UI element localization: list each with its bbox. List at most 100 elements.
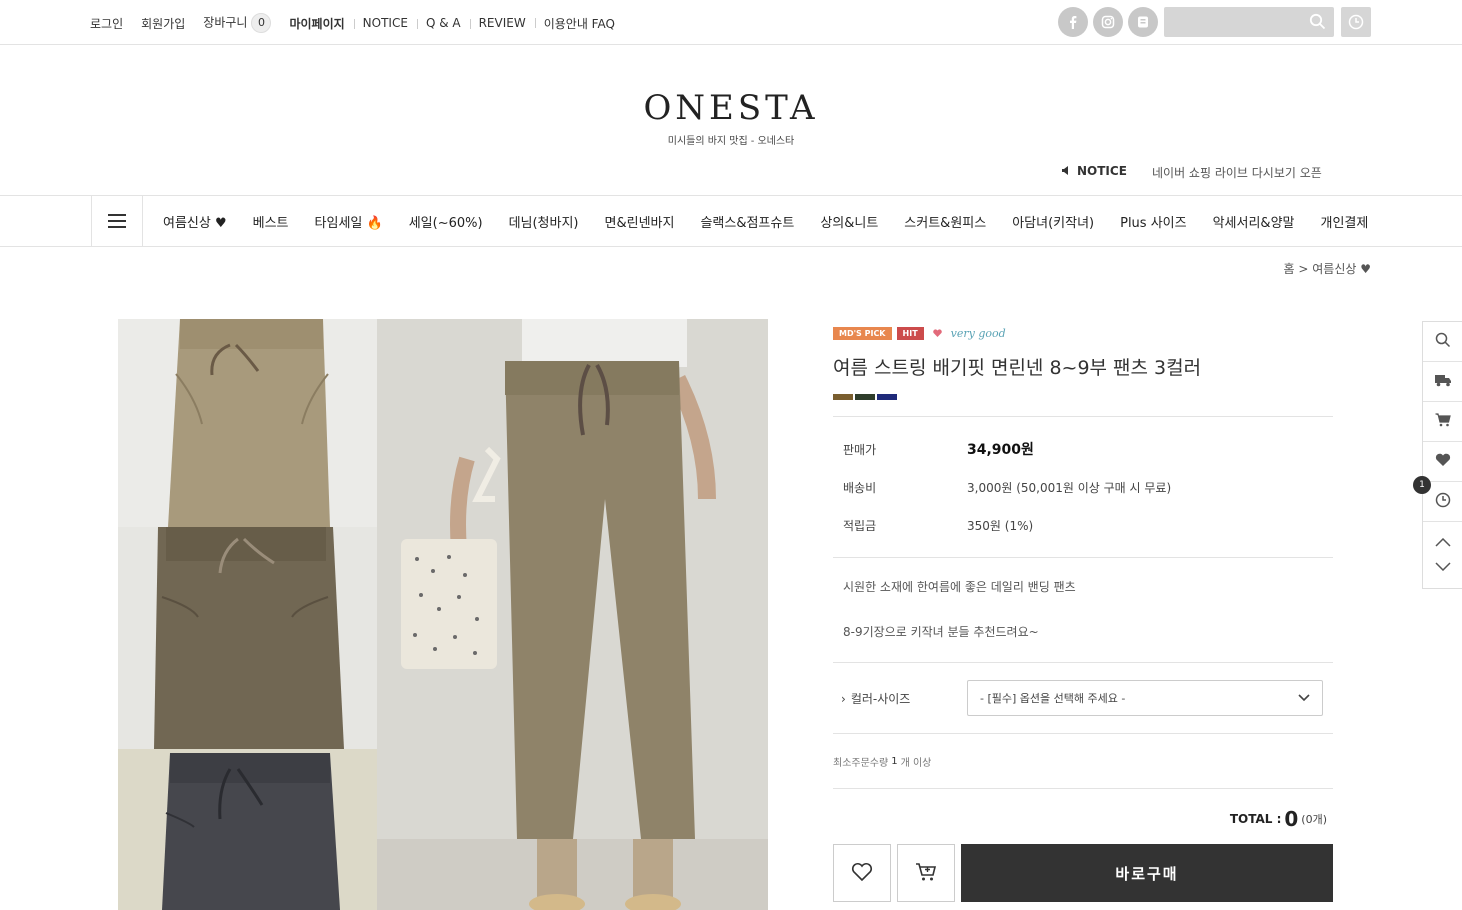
description-line-2: 8-9기장으로 키작녀 분들 추천드려요~ [843, 625, 1039, 639]
nav-item-summer-new[interactable]: 여름신상 ♥ [163, 212, 227, 231]
scroll-controls [1423, 522, 1462, 588]
facebook-icon[interactable] [1058, 7, 1088, 37]
points-value: 350원 (1%) [967, 518, 1034, 533]
nav-item-tops[interactable]: 상의&니트 [820, 212, 878, 231]
breadcrumb: 홈 > 여름신상 ♥ [1284, 260, 1372, 277]
signup-link[interactable]: 회원가입 [132, 15, 194, 32]
mypage-link[interactable]: 마이페이지 [280, 15, 353, 32]
points-label: 적립금 [843, 518, 877, 533]
site-logo[interactable]: ONESTA [0, 88, 1462, 128]
very-good-label: very good [950, 326, 1006, 340]
nav-item-best[interactable]: 베스트 [253, 212, 289, 231]
category-menu: 여름신상 ♥ 베스트 타임세일 🔥 세일(~60%) 데님(청바지) 면&린넨바… [163, 212, 1368, 231]
nav-item-sale[interactable]: 세일(~60%) [409, 212, 483, 231]
notice-label-text: NOTICE [1077, 164, 1127, 178]
select-placeholder: - [필수] 옵션을 선택해 주세요 - [980, 692, 1126, 705]
total-price: TOTAL : 0 (0개) [833, 789, 1333, 849]
nav-item-timesale[interactable]: 타임세일 🔥 [315, 212, 383, 231]
purchase-actions: 바로구매 [833, 844, 1333, 902]
notice-label: NOTICE [1062, 164, 1127, 178]
option-label: › 컬러-사이즈 [833, 690, 967, 707]
clock-icon[interactable] [1341, 7, 1371, 37]
product-title: 여름 스트링 배기핏 면린넨 8~9부 팬츠 3컬러 [833, 357, 1202, 379]
price-row: 판매가 34,900원 [833, 430, 1333, 468]
notice-ticker[interactable]: 네이버 쇼핑 라이브 다시보기 오픈 [1152, 164, 1322, 181]
heart-icon [851, 862, 873, 885]
cart-link-label: 장바구니 [203, 15, 248, 30]
shipping-value: 3,000원 (50,001원 이상 구매 시 무료) [967, 480, 1172, 495]
search-icon [1435, 332, 1451, 351]
price-label: 판매가 [843, 442, 877, 457]
product-image-gallery [118, 319, 768, 910]
min-order-note: 최소주문수량 1 개 이상 [833, 734, 1333, 788]
shipping-row: 배송비 3,000원 (50,001원 이상 구매 시 무료) [833, 468, 1333, 506]
search-icon[interactable] [1309, 13, 1326, 33]
quick-cart-button[interactable] [1423, 402, 1462, 442]
description-line-1: 시원한 소재에 한여름에 좋은 데일리 밴딩 팬츠 [843, 580, 1076, 594]
nav-item-petite[interactable]: 아담녀(키작녀) [1012, 212, 1094, 231]
buy-now-button[interactable]: 바로구매 [961, 844, 1333, 902]
nav-item-slacks[interactable]: 슬랙스&점프슈트 [700, 212, 794, 231]
heart-icon [1435, 453, 1451, 470]
nav-item-cotton-linen[interactable]: 면&린넨바지 [605, 212, 675, 231]
truck-icon [1434, 373, 1452, 390]
total-value: 0 [1284, 807, 1299, 831]
chevron-up-icon[interactable] [1434, 536, 1451, 550]
total-label: TOTAL : [1229, 812, 1282, 826]
chevron-right-icon: › [841, 691, 846, 706]
product-thumb-charcoal[interactable] [118, 749, 377, 910]
notice-link[interactable]: NOTICE [353, 16, 417, 30]
hit-badge: HIT [896, 326, 924, 340]
wishlist-button[interactable] [833, 844, 891, 902]
blog-icon[interactable] [1128, 7, 1158, 37]
breadcrumb-current[interactable]: 여름신상 ♥ [1312, 262, 1371, 276]
option-row: › 컬러-사이즈 - [필수] 옵션을 선택해 주세요 - [833, 663, 1333, 733]
login-link[interactable]: 로그인 [90, 15, 132, 32]
qna-link[interactable]: Q & A [416, 16, 470, 30]
quick-side-panel: 1 [1413, 321, 1462, 589]
chevron-down-icon[interactable] [1434, 560, 1451, 574]
add-to-cart-button[interactable] [897, 844, 955, 902]
speaker-icon [1062, 164, 1070, 178]
points-row: 적립금 350원 (1%) [833, 506, 1333, 544]
review-link[interactable]: REVIEW [469, 16, 535, 30]
nav-item-skirts[interactable]: 스커트&원피스 [904, 212, 986, 231]
min-order-suffix: 개 이상 [900, 757, 932, 769]
quick-wishlist-button[interactable] [1423, 442, 1462, 482]
site-tagline: 미시들의 바지 맛집 - 오네스타 [667, 136, 795, 147]
cart-icon [915, 862, 937, 885]
color-size-select[interactable]: - [필수] 옵션을 선택해 주세요 - [967, 680, 1323, 716]
nav-item-plus-size[interactable]: Plus 사이즈 [1120, 212, 1186, 231]
product-detail: MD'S PICK HIT very good 여름 스트링 배기핏 면린넨 8… [833, 325, 1333, 849]
nav-item-payment[interactable]: 개인결제 [1321, 212, 1369, 231]
nav-item-accessories[interactable]: 악세서리&양말 [1213, 212, 1295, 231]
quick-search-button[interactable] [1423, 322, 1462, 362]
color-swatch-navy [877, 394, 897, 400]
nav-item-denim[interactable]: 데님(청바지) [509, 212, 579, 231]
product-thumb-beige[interactable] [118, 319, 377, 527]
min-order-label: 최소주문수량 [833, 757, 889, 769]
hamburger-menu-icon[interactable] [91, 196, 143, 246]
min-order-qty: 1 [891, 755, 898, 767]
clock-icon [1435, 492, 1451, 511]
color-swatches [833, 394, 1333, 400]
top-links: 로그인 회원가입 장바구니 0 마이페이지 NOTICE Q & A REVIEW… [90, 13, 624, 33]
instagram-icon[interactable] [1093, 7, 1123, 37]
shipping-label: 배송비 [843, 480, 877, 495]
search-input[interactable] [1164, 7, 1334, 37]
product-badges: MD'S PICK HIT very good [833, 325, 1333, 341]
main-nav: 여름신상 ♥ 베스트 타임세일 🔥 세일(~60%) 데님(청바지) 면&린넨바… [0, 195, 1462, 247]
breadcrumb-home[interactable]: 홈 [1284, 262, 1295, 276]
recent-count-badge: 1 [1413, 476, 1431, 494]
quick-delivery-button[interactable] [1423, 362, 1462, 402]
heart-small-icon [932, 326, 942, 340]
product-main-image[interactable] [377, 319, 768, 910]
total-count: (0개) [1301, 813, 1327, 826]
quick-recent-button[interactable]: 1 [1413, 476, 1462, 522]
cart-link[interactable]: 장바구니 0 [194, 13, 280, 33]
cart-count-badge: 0 [251, 13, 272, 33]
color-swatch-green [855, 394, 875, 400]
product-thumb-khaki[interactable] [118, 527, 377, 749]
faq-link[interactable]: 이용안내 FAQ [534, 15, 624, 32]
product-short-description: 시원한 소재에 한여름에 좋은 데일리 밴딩 팬츠 8-9기장으로 키작녀 분들… [833, 558, 1333, 662]
